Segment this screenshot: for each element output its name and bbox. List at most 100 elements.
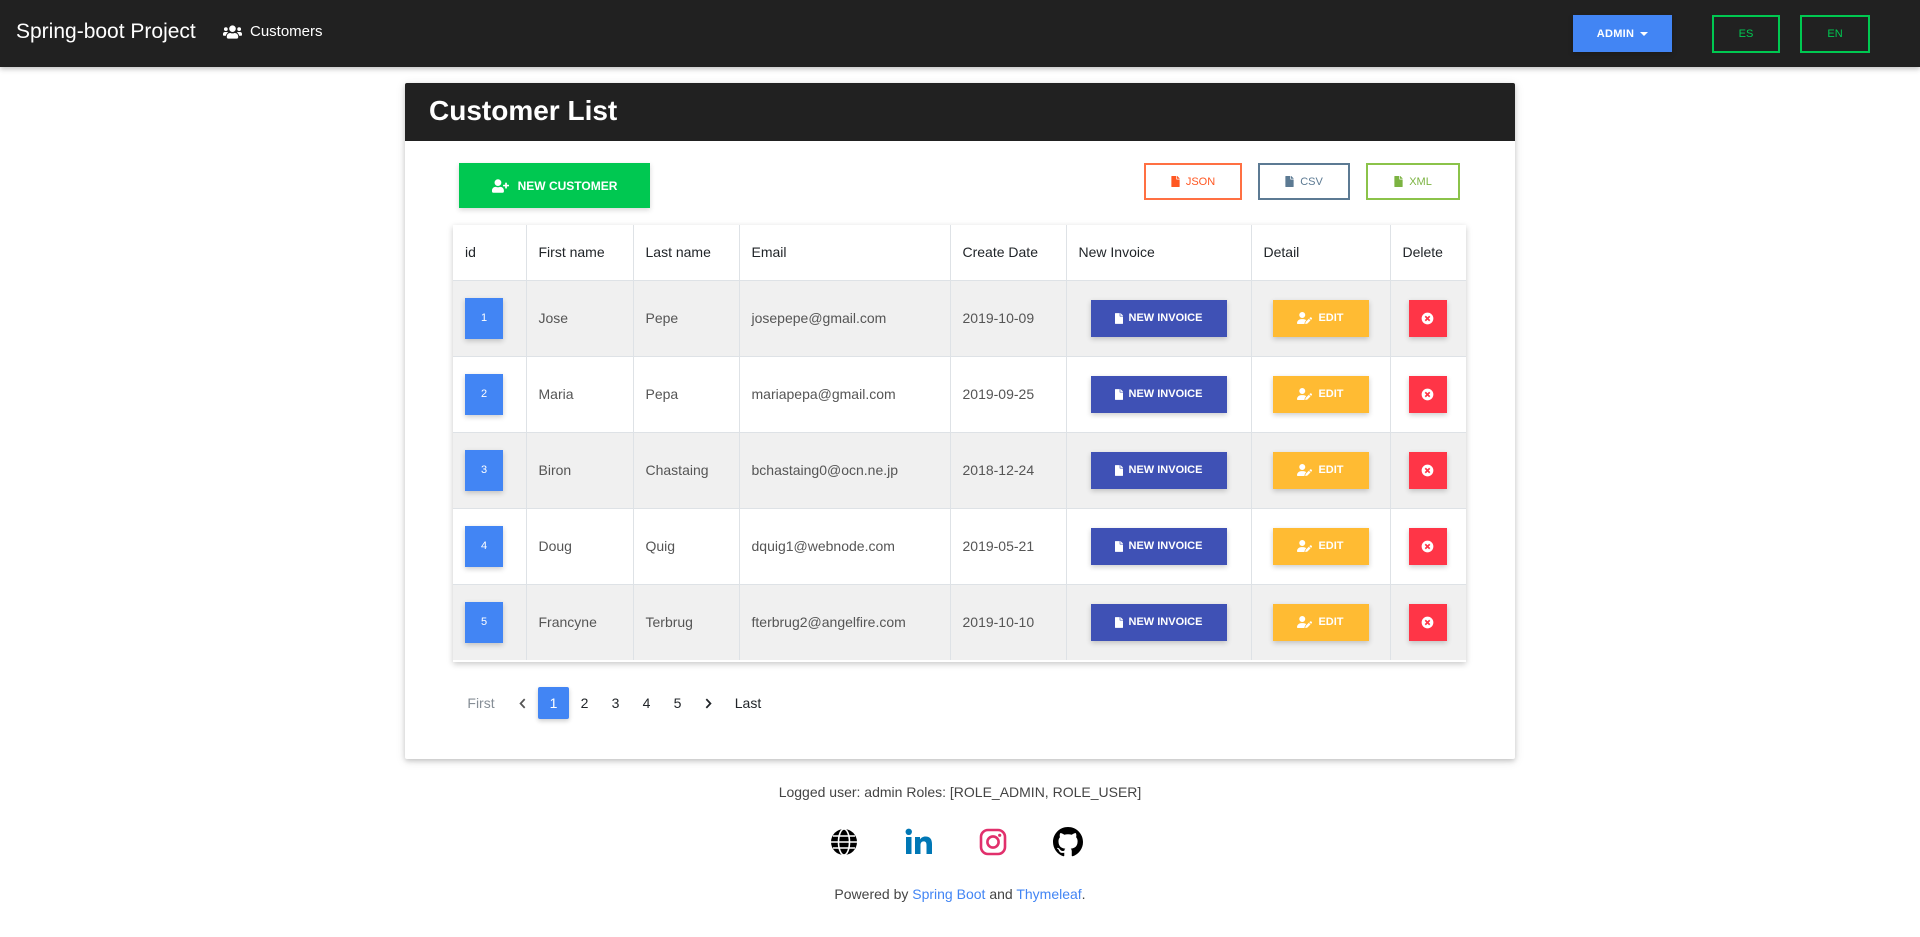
- table-row: 1 Jose Pepe josepepe@gmail.com 2019-10-09 NEW…: [453, 279, 1466, 356]
- lang-es-button[interactable]: ES: [1712, 15, 1780, 53]
- export-csv-button[interactable]: CSV: [1258, 163, 1350, 200]
- cell-id: 1: [453, 279, 527, 356]
- export-json-button[interactable]: JSON: [1144, 163, 1242, 200]
- header-id: id: [453, 225, 527, 281]
- new-invoice-label: NEW INVOICE: [1128, 388, 1203, 400]
- instagram-link[interactable]: [976, 826, 1010, 858]
- cell-last-name: Chastaing: [633, 431, 740, 508]
- cell-detail: EDIT: [1251, 583, 1391, 660]
- cell-id: 4: [453, 507, 527, 584]
- customer-id-button[interactable]: 4: [465, 525, 503, 567]
- user-edit-icon: [1297, 464, 1313, 476]
- file-icon: [1285, 176, 1294, 187]
- cell-first-name: Biron: [526, 431, 634, 508]
- website-link[interactable]: [827, 826, 861, 858]
- table-row: 4 Doug Quig dquig1@webnode.com 2019-05-21 NEW…: [453, 507, 1466, 584]
- cell-detail: EDIT: [1251, 507, 1391, 584]
- admin-dropdown-button[interactable]: ADMIN: [1573, 15, 1672, 52]
- pagination-page-1[interactable]: 1: [538, 687, 569, 719]
- export-json-label: JSON: [1185, 175, 1216, 188]
- file-icon: [1114, 388, 1123, 400]
- cell-create-date: 2019-10-09: [950, 279, 1067, 356]
- pagination-page-3[interactable]: 3: [600, 687, 631, 719]
- times-circle-icon: [1421, 312, 1434, 324]
- cell-create-date: 2019-09-25: [950, 355, 1067, 432]
- brand-link[interactable]: Spring-boot Project: [16, 20, 196, 44]
- chevron-left-icon: [519, 698, 526, 708]
- cell-detail: EDIT: [1251, 355, 1391, 432]
- cell-delete: [1390, 583, 1466, 660]
- cell-email: mariapepa@gmail.com: [739, 355, 951, 432]
- delete-button[interactable]: [1408, 603, 1447, 641]
- new-customer-button[interactable]: NEW CUSTOMER: [459, 163, 650, 208]
- pagination-first[interactable]: First: [459, 687, 503, 719]
- cell-id: 5: [453, 583, 527, 660]
- globe-icon: [831, 828, 857, 856]
- header-new-invoice: New Invoice: [1066, 225, 1252, 281]
- export-xml-label: XML: [1409, 175, 1432, 188]
- pagination-page-4[interactable]: 4: [631, 687, 662, 719]
- user-plus-icon: [491, 178, 509, 193]
- header-email: Email: [739, 225, 951, 281]
- spring-boot-link[interactable]: Spring Boot: [912, 886, 985, 902]
- file-icon: [1394, 176, 1403, 187]
- edit-label: EDIT: [1318, 312, 1344, 324]
- customer-id-button[interactable]: 3: [465, 449, 503, 491]
- lang-en-button[interactable]: EN: [1800, 15, 1870, 53]
- new-invoice-button[interactable]: NEW INVOICE: [1090, 527, 1227, 565]
- admin-label: ADMIN: [1596, 27, 1635, 40]
- nav-customers-label: Customers: [250, 23, 323, 40]
- thymeleaf-link[interactable]: Thymeleaf: [1016, 886, 1081, 902]
- github-icon: [1053, 827, 1083, 857]
- delete-button[interactable]: [1408, 375, 1447, 413]
- pagination-page-5[interactable]: 5: [662, 687, 693, 719]
- new-invoice-button[interactable]: NEW INVOICE: [1090, 299, 1227, 337]
- delete-button[interactable]: [1408, 527, 1447, 565]
- cell-delete: [1390, 431, 1466, 508]
- linkedin-icon: [905, 828, 932, 854]
- cell-id: 3: [453, 431, 527, 508]
- new-invoice-button[interactable]: NEW INVOICE: [1090, 603, 1227, 641]
- new-invoice-button[interactable]: NEW INVOICE: [1090, 451, 1227, 489]
- customer-id-button[interactable]: 2: [465, 373, 503, 415]
- new-invoice-button[interactable]: NEW INVOICE: [1090, 375, 1227, 413]
- delete-button[interactable]: [1408, 299, 1447, 337]
- github-link[interactable]: [1051, 826, 1085, 858]
- customer-list-card: Customer List NEW CUSTOMER JSON CSV XML …: [405, 83, 1515, 759]
- edit-button[interactable]: EDIT: [1272, 375, 1369, 413]
- times-circle-icon: [1421, 616, 1434, 629]
- edit-label: EDIT: [1318, 616, 1344, 629]
- user-edit-icon: [1297, 312, 1313, 324]
- cell-first-name: Doug: [526, 507, 634, 584]
- new-invoice-label: NEW INVOICE: [1128, 312, 1203, 324]
- pagination-next[interactable]: [693, 687, 724, 719]
- delete-button[interactable]: [1408, 451, 1447, 489]
- users-icon: [223, 24, 242, 39]
- edit-label: EDIT: [1318, 540, 1344, 552]
- customer-id-button[interactable]: 1: [465, 297, 503, 339]
- cell-new-invoice: NEW INVOICE: [1066, 583, 1252, 660]
- pagination: First 1 2 3 4 5 Last: [459, 687, 772, 719]
- table-row: 5 Francyne Terbrug fterbrug2@angelfire.com 2…: [453, 583, 1466, 660]
- pagination-page-2[interactable]: 2: [569, 687, 600, 719]
- cell-detail: EDIT: [1251, 431, 1391, 508]
- cell-email: fterbrug2@angelfire.com: [739, 583, 951, 660]
- customer-id-button[interactable]: 5: [465, 601, 503, 643]
- cell-last-name: Pepe: [633, 279, 740, 356]
- pagination-last[interactable]: Last: [724, 687, 772, 719]
- chevron-right-icon: [705, 698, 712, 708]
- edit-button[interactable]: EDIT: [1272, 527, 1369, 565]
- powered-and: and: [989, 886, 1013, 902]
- nav-customers-link[interactable]: Customers: [223, 23, 323, 40]
- header-first-name: First name: [526, 225, 634, 281]
- new-invoice-label: NEW INVOICE: [1128, 540, 1203, 552]
- cell-first-name: Maria: [526, 355, 634, 432]
- linkedin-link[interactable]: [902, 826, 936, 858]
- edit-button[interactable]: EDIT: [1272, 603, 1369, 641]
- logged-user-text: Logged user: admin Roles: [ROLE_ADMIN, R…: [778, 784, 1142, 800]
- export-xml-button[interactable]: XML: [1366, 163, 1460, 200]
- edit-button[interactable]: EDIT: [1272, 451, 1369, 489]
- edit-button[interactable]: EDIT: [1272, 299, 1369, 337]
- pagination-prev[interactable]: [507, 687, 538, 719]
- cell-new-invoice: NEW INVOICE: [1066, 431, 1252, 508]
